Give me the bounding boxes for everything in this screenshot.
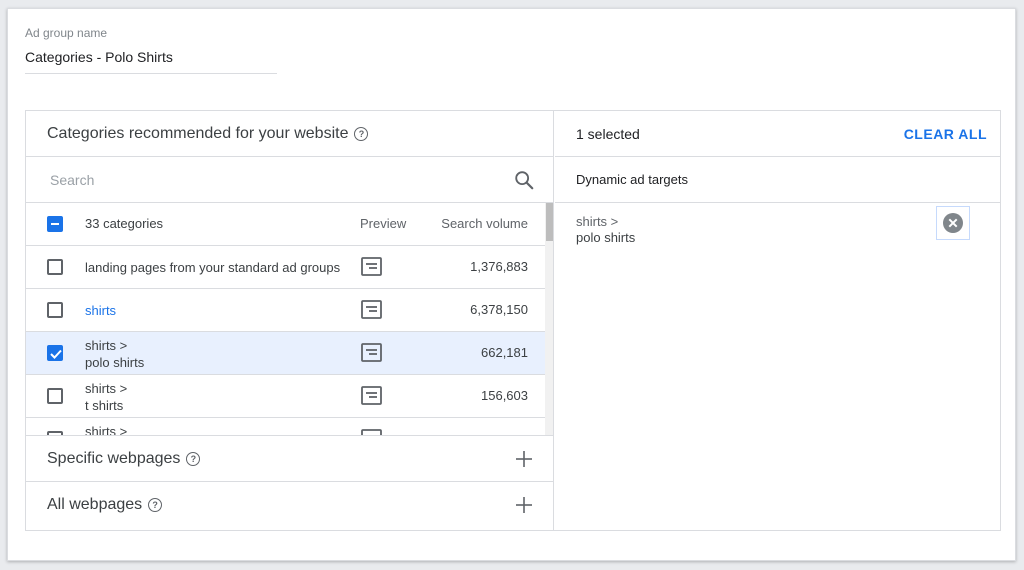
category-name: shirts >: [85, 423, 128, 436]
all-webpages-section[interactable]: All webpages ?: [26, 482, 553, 528]
ad-preview-icon[interactable]: [361, 343, 382, 362]
specific-webpages-section[interactable]: Specific webpages ?: [26, 436, 553, 482]
category-child: polo shirts: [85, 355, 145, 370]
plus-icon[interactable]: [513, 494, 535, 516]
selected-target-item: shirts > polo shirts: [555, 203, 1000, 253]
help-circle-icon[interactable]: ?: [354, 126, 369, 141]
search-icon[interactable]: [513, 169, 535, 191]
dynamic-targets-header: Dynamic ad targets: [555, 157, 1000, 203]
ad-preview-icon[interactable]: [361, 386, 382, 405]
row-checkbox[interactable]: [47, 302, 63, 318]
categories-header: Categories recommended for your website …: [26, 111, 553, 157]
search-input[interactable]: [50, 169, 490, 191]
target-parent: shirts >: [576, 214, 619, 229]
category-parent: shirts >: [85, 424, 128, 436]
selection-header: 1 selected CLEAR ALL: [555, 111, 1000, 157]
ad-preview-icon[interactable]: [361, 257, 382, 276]
row-checkbox[interactable]: [47, 388, 63, 404]
selection-column: 1 selected CLEAR ALL Dynamic ad targets …: [555, 111, 1000, 530]
ad-group-card: Ad group name Categories - Polo Shirts C…: [7, 8, 1016, 561]
dynamic-targets-panel: Categories recommended for your website …: [25, 110, 1001, 531]
preview-column-header: Preview: [360, 216, 407, 231]
check-icon: [50, 349, 62, 359]
clear-all-button[interactable]: CLEAR ALL: [904, 126, 987, 142]
categories-count: 33 categories: [85, 216, 164, 231]
search-volume-column-header[interactable]: Search volume: [441, 216, 528, 231]
selected-target-name: shirts > polo shirts: [576, 214, 635, 246]
table-row[interactable]: shirts > polo shirts 662,181: [26, 332, 545, 375]
search-volume-value: 662,181: [481, 345, 528, 360]
all-webpages-title: All webpages: [47, 496, 143, 513]
category-name: shirts > polo shirts: [85, 337, 144, 371]
ad-group-name-underline: [25, 73, 277, 74]
select-all-checkbox[interactable]: [47, 216, 63, 232]
help-circle-icon[interactable]: ?: [148, 498, 163, 512]
ad-preview-icon[interactable]: [361, 429, 382, 436]
category-parent: shirts >: [85, 338, 128, 353]
category-name-link[interactable]: shirts: [85, 302, 116, 319]
search-volume-value: 1,376,883: [470, 259, 528, 274]
category-name: shirts > t shirts: [85, 380, 127, 414]
ad-group-name-label: Ad group name: [25, 26, 108, 40]
target-child: polo shirts: [576, 230, 636, 245]
remove-target-button[interactable]: [936, 206, 970, 240]
row-checkbox[interactable]: [47, 259, 63, 275]
table-row[interactable]: shirts > t shirts 156,603: [26, 375, 545, 418]
remove-circle-icon: [943, 213, 963, 233]
categories-column: Categories recommended for your website …: [26, 111, 554, 530]
category-parent: shirts >: [85, 381, 128, 396]
categories-title: Categories recommended for your website: [47, 124, 349, 142]
row-checkbox[interactable]: [47, 345, 63, 361]
search-volume-value: 6,378,150: [470, 302, 528, 317]
specific-webpages-title: Specific webpages: [47, 449, 181, 467]
scrollbar-thumb[interactable]: [546, 203, 553, 241]
plus-icon[interactable]: [513, 448, 535, 470]
table-row[interactable]: landing pages from your standard ad grou…: [26, 246, 545, 289]
list-header-row: 33 categories Preview Search volume: [26, 203, 545, 246]
category-child: t shirts: [85, 398, 124, 413]
list-scrollbar[interactable]: [545, 203, 553, 435]
help-circle-icon[interactable]: ?: [186, 451, 201, 466]
dynamic-ad-targets-label: Dynamic ad targets: [576, 172, 688, 187]
ad-preview-icon[interactable]: [361, 300, 382, 319]
category-name: landing pages from your standard ad grou…: [85, 260, 341, 275]
ad-group-name-field[interactable]: Categories - Polo Shirts: [25, 49, 173, 65]
table-row[interactable]: shirts 6,378,150: [26, 289, 545, 332]
table-row[interactable]: shirts >: [26, 418, 545, 436]
search-volume-value: 156,603: [481, 388, 528, 403]
search-row: [26, 157, 553, 203]
selected-count: 1 selected: [576, 126, 640, 142]
categories-list[interactable]: 33 categories Preview Search volume land…: [26, 203, 553, 436]
